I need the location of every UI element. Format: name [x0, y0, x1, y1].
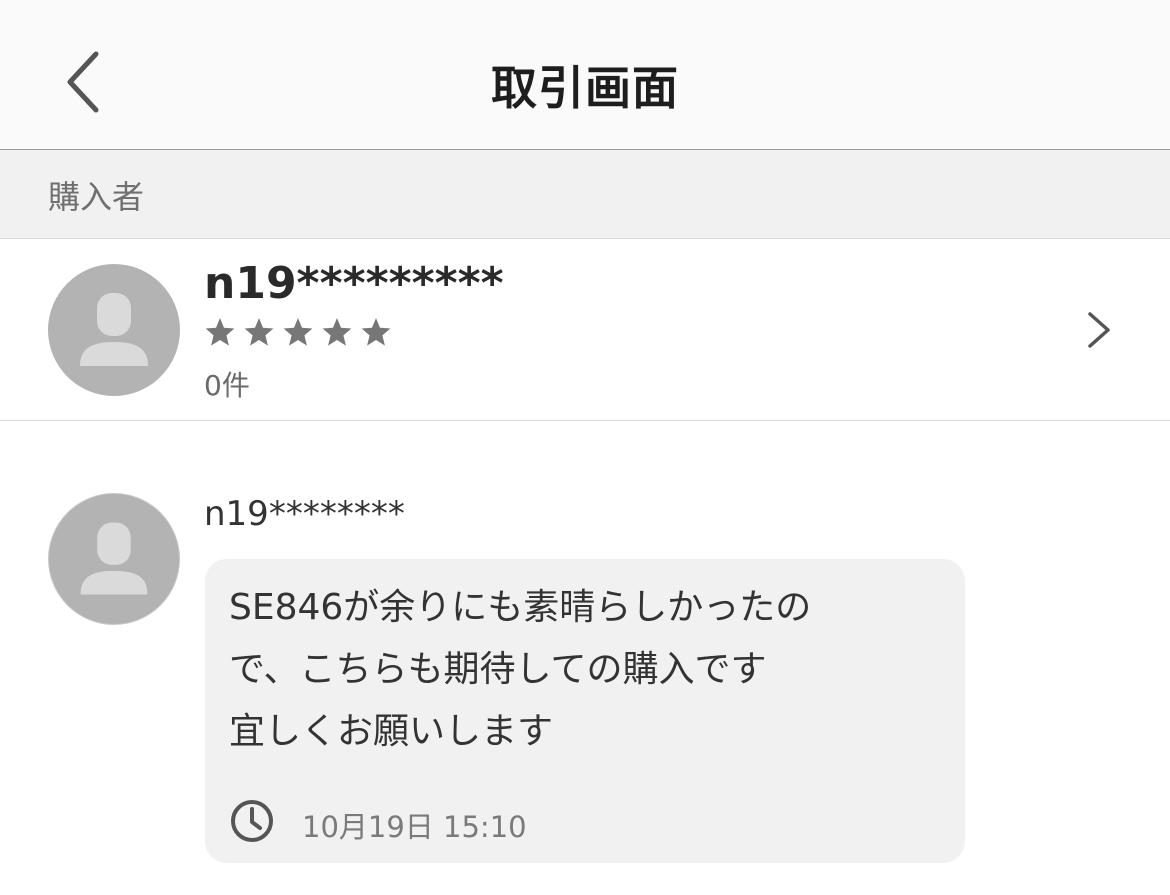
star-icon [283, 318, 313, 346]
user-icon [80, 293, 148, 366]
section-label-buyer: 購入者 [48, 178, 145, 216]
star-icon [361, 318, 391, 346]
clock-icon [231, 800, 273, 842]
buyer-avatar[interactable] [48, 264, 180, 396]
message-text: SE846が余りにも素晴らしかったの で、こちらも期待しての購入です 宜しくお願… [229, 587, 812, 752]
star-icon [244, 318, 274, 346]
review-count: 0件 [204, 369, 250, 402]
chevron-right-icon[interactable] [1080, 308, 1116, 352]
message-timestamp: 10月19日 15:10 [302, 810, 527, 844]
section-header [0, 150, 1170, 239]
rating-stars [204, 316, 392, 352]
star-icon [205, 318, 235, 346]
message-sender-avatar[interactable] [48, 493, 180, 625]
message-sender-name: n19******** [204, 494, 405, 534]
user-icon [80, 522, 148, 595]
buyer-name[interactable]: n19********* [204, 258, 504, 309]
star-icon [322, 318, 352, 346]
page-title: 取引画面 [491, 61, 679, 115]
